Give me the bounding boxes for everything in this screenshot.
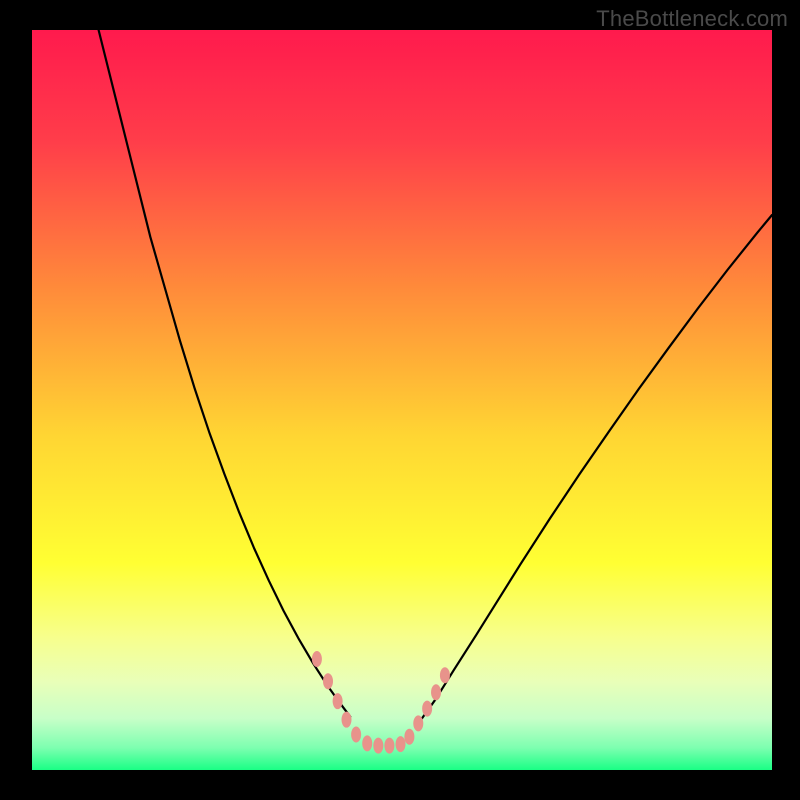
chart-container: TheBottleneck.com	[0, 0, 800, 800]
marker-point	[362, 735, 372, 751]
marker-point	[404, 729, 414, 745]
marker-point	[351, 726, 361, 742]
marker-point	[333, 693, 343, 709]
marker-point	[384, 738, 394, 754]
marker-point	[312, 651, 322, 667]
marker-point	[396, 736, 406, 752]
plot-background	[32, 30, 772, 770]
marker-point	[342, 712, 352, 728]
marker-point	[323, 673, 333, 689]
marker-point	[431, 684, 441, 700]
marker-point	[440, 667, 450, 683]
bottleneck-chart	[0, 0, 800, 800]
marker-point	[422, 701, 432, 717]
marker-point	[373, 738, 383, 754]
marker-point	[413, 715, 423, 731]
watermark-text: TheBottleneck.com	[596, 6, 788, 32]
